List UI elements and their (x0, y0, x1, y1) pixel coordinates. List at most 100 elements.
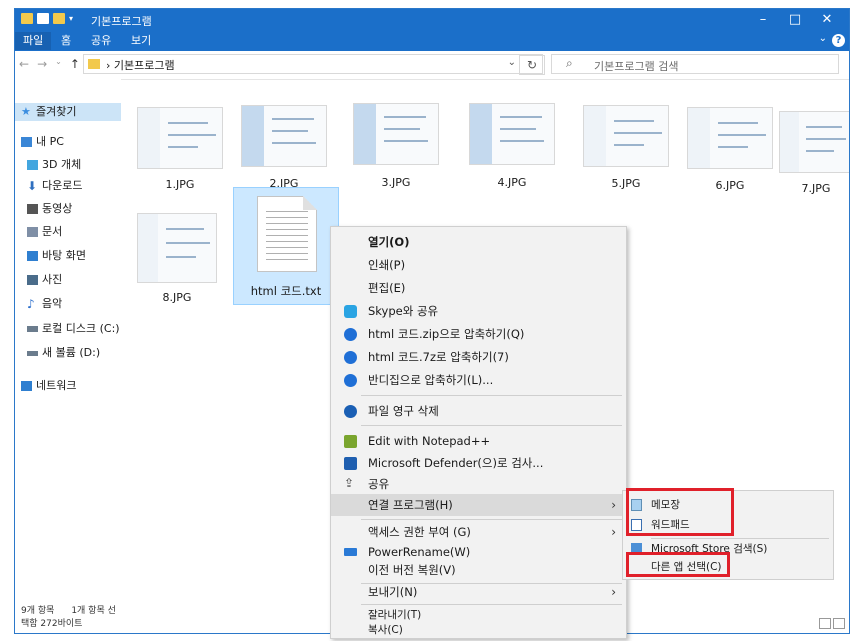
sidebar-item-label: 내 PC (36, 135, 64, 148)
sidebar-item-label: 동영상 (42, 202, 73, 215)
file-thumbnail[interactable] (687, 107, 773, 169)
status-bar: 9개 항목 1개 항목 선택함 272바이트 (21, 603, 121, 629)
sidebar-item-videos[interactable]: 동영상 (27, 200, 72, 218)
file-thumbnail[interactable] (583, 105, 669, 167)
search-input[interactable]: ⌕ 기본프로그램 검색 (551, 54, 839, 74)
file-name[interactable]: html 코드.txt (234, 283, 338, 299)
music-icon: ♪ (27, 297, 35, 311)
file-thumbnail[interactable] (779, 111, 849, 173)
details-view-icon[interactable] (819, 618, 831, 629)
properties-icon[interactable] (37, 13, 49, 24)
menu-item-give-access[interactable]: 액세스 권한 부여 (G) › (331, 521, 626, 543)
new-folder-icon[interactable] (53, 13, 65, 24)
address-bar[interactable]: › 기본프로그램 ⌄ (83, 54, 543, 74)
minimize-button[interactable]: – (747, 11, 779, 29)
sidebar-item-network[interactable]: 네트워크 (21, 377, 76, 395)
menu-item-print[interactable]: 인쇄(P) (331, 254, 626, 276)
up-icon[interactable]: ↑ (70, 57, 80, 71)
sidebar-item-desktop[interactable]: 바탕 화면 (27, 247, 86, 265)
menu-separator (361, 395, 622, 396)
menu-separator (361, 425, 622, 426)
menu-item-edit[interactable]: 편집(E) (331, 277, 626, 299)
tab-home[interactable]: 홈 (53, 32, 79, 50)
sidebar-item-label: 음악 (42, 297, 63, 310)
refresh-button[interactable]: ↻ (519, 55, 545, 75)
file-thumbnail[interactable] (469, 103, 555, 165)
sidebar-item-downloads[interactable]: ⬇ 다운로드 (27, 177, 82, 195)
menu-item-send-to[interactable]: 보내기(N) › (331, 581, 626, 603)
menu-item-copy[interactable]: 복사(C) (331, 619, 626, 641)
menu-item-open[interactable]: 열기(O) (331, 231, 626, 253)
sidebar-item-favorites[interactable]: ★ 즐겨찾기 (15, 103, 121, 121)
menu-item-restore-versions[interactable]: 이전 버전 복원(V) (331, 559, 626, 581)
close-button[interactable]: ✕ (811, 11, 843, 29)
menu-separator (361, 519, 622, 520)
notepadpp-icon (344, 435, 357, 448)
network-icon (21, 381, 32, 391)
sidebar-item-this-pc[interactable]: 내 PC (21, 133, 64, 151)
selected-file[interactable]: html 코드.txt (233, 187, 339, 305)
large-icons-view-icon[interactable] (833, 618, 845, 629)
file-name[interactable]: 5.JPG (581, 177, 671, 190)
menu-item-7z[interactable]: html 코드.7z로 압축하기(7) (331, 346, 626, 368)
file-name[interactable]: 4.JPG (467, 176, 557, 189)
sidebar-item-label: 네트워크 (36, 379, 77, 392)
pc-icon (21, 137, 32, 147)
file-name[interactable]: 3.JPG (351, 176, 441, 189)
folder-icon[interactable] (21, 13, 33, 24)
bandizip-icon (344, 374, 357, 387)
quick-access-toolbar: ▾ (21, 13, 73, 24)
file-name[interactable]: 7.JPG (771, 182, 849, 195)
highlight-box-apps (626, 488, 734, 536)
file-thumbnail[interactable] (137, 107, 223, 169)
sidebar-item-music[interactable]: ♪ 음악 (27, 295, 62, 313)
sidebar-item-label: 다운로드 (42, 179, 83, 192)
address-dropdown-icon[interactable]: ⌄ (508, 57, 516, 68)
menu-item-skype-share[interactable]: Skype와 공유 (331, 300, 626, 322)
powerrename-icon (344, 548, 357, 556)
share-icon: ⇪ (344, 476, 355, 490)
menu-item-bandizip[interactable]: 반디집으로 압축하기(L)... (331, 369, 626, 391)
back-icon[interactable]: ← (19, 57, 29, 71)
menu-item-shred[interactable]: 파일 영구 삭제 (331, 400, 626, 422)
address-path[interactable]: 기본프로그램 (114, 59, 175, 72)
tab-file[interactable]: 파일 (15, 32, 52, 50)
context-menu: 열기(O) 인쇄(P) 편집(E) Skype와 공유 html 코드.zip으… (330, 226, 627, 639)
file-thumbnail[interactable] (241, 105, 327, 167)
tab-share[interactable]: 공유 (83, 32, 119, 50)
forward-icon[interactable]: → (37, 57, 47, 71)
window-title: 기본프로그램 (91, 15, 152, 28)
chevron-right-icon: › (611, 498, 616, 512)
menu-item-defender[interactable]: Microsoft Defender(으)로 검사... (331, 452, 626, 474)
menu-item-share[interactable]: ⇪ 공유 (331, 473, 626, 495)
file-thumbnail[interactable] (353, 103, 439, 165)
disk-icon (27, 326, 38, 332)
menu-item-open-with[interactable]: 연결 프로그램(H) › (331, 494, 626, 516)
menu-item-notepadpp[interactable]: Edit with Notepad++ (331, 430, 626, 452)
document-icon (27, 227, 38, 237)
sidebar-item-local-disk[interactable]: 로컬 디스크 (C:) (27, 320, 120, 338)
download-icon: ⬇ (27, 179, 38, 193)
file-name[interactable]: 1.JPG (135, 178, 225, 191)
folder-icon (88, 59, 100, 69)
sidebar-item-new-volume[interactable]: 새 볼륨 (D:) (27, 344, 100, 362)
cube-icon (27, 160, 38, 170)
menu-item-zip[interactable]: html 코드.zip으로 압축하기(Q) (331, 323, 626, 345)
sidebar-item-label: 새 볼륨 (D:) (42, 346, 101, 359)
item-count: 9개 항목 (21, 606, 55, 616)
maximize-button[interactable]: □ (779, 11, 811, 29)
sidebar-item-documents[interactable]: 문서 (27, 223, 62, 241)
file-name[interactable]: 8.JPG (132, 291, 222, 304)
chevron-down-icon[interactable]: ▾ (69, 14, 73, 23)
file-name[interactable]: 6.JPG (685, 179, 775, 192)
ribbon-expand-icon[interactable]: ⌄ (819, 33, 827, 44)
address-bar-row: ← → ⌄ ↑ › 기본프로그램 ⌄ ↻ ⌕ 기본프로그램 검색 (15, 51, 849, 80)
recent-dropdown-icon[interactable]: ⌄ (55, 57, 62, 71)
sidebar-item-3d-objects[interactable]: 3D 개체 (27, 156, 81, 174)
file-thumbnail[interactable] (137, 213, 217, 283)
tab-view[interactable]: 보기 (123, 32, 159, 50)
help-icon[interactable]: ? (832, 34, 845, 47)
sidebar-item-label: 사진 (42, 273, 63, 286)
video-icon (27, 204, 38, 214)
sidebar-item-pictures[interactable]: 사진 (27, 271, 62, 289)
